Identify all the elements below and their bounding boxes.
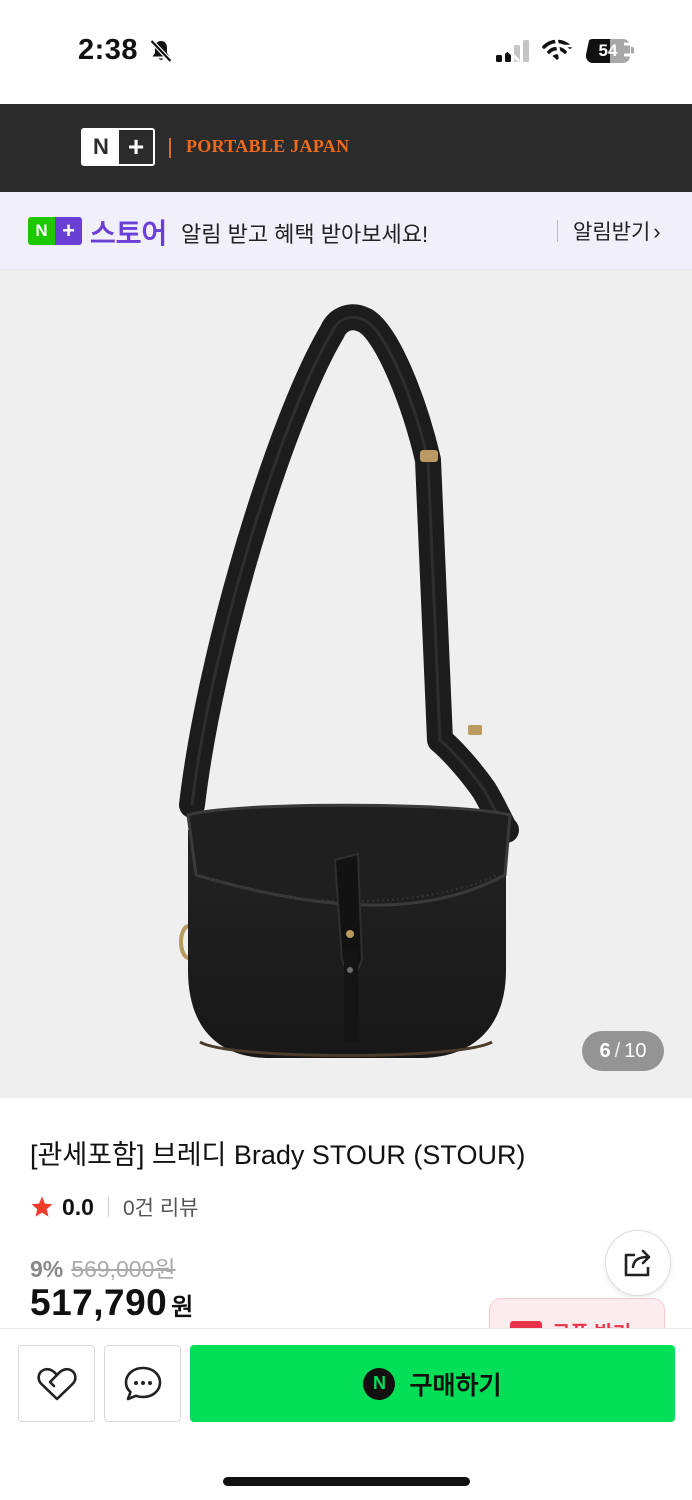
naver-pay-n-icon: N (363, 1367, 396, 1400)
product-image-carousel[interactable] (0, 270, 692, 1098)
rating-value: 0.0 (62, 1193, 94, 1220)
product-title: [관세포함] 브레디 Brady STOUR (STOUR) (30, 1140, 526, 1170)
sale-price: 517,790 (30, 1282, 168, 1323)
search-button[interactable] (480, 22, 524, 66)
image-counter-separator: / (614, 1039, 621, 1062)
image-total-count: 10 (624, 1039, 647, 1062)
badge-plus: + (55, 217, 82, 245)
chat-bubble-icon (124, 1366, 161, 1400)
product-photo-bag (179, 304, 519, 1058)
badge-n: N (28, 217, 55, 245)
logo-n: N (83, 130, 119, 164)
discount-rate: 9% (30, 1256, 64, 1282)
subscribe-alert-label: 알림받기 (573, 221, 651, 244)
status-time: 2:38 (78, 34, 139, 66)
logo-plus: + (119, 130, 153, 164)
buy-now-label: 구매하기 (409, 1371, 502, 1400)
store-word: 스토어 (90, 218, 168, 249)
wishlist-button[interactable] (18, 1345, 95, 1422)
cart-button[interactable] (550, 22, 594, 66)
image-counter: 6/10 (582, 1031, 664, 1071)
rating-divider (107, 1197, 109, 1217)
rating-row[interactable]: 0.0 0건 리뷰 (30, 1192, 198, 1222)
hamburger-menu-icon (624, 31, 660, 57)
share-button[interactable] (605, 1230, 671, 1296)
notice-divider (557, 220, 558, 242)
naver-plus-store-badge: N + (28, 217, 82, 245)
bell-slash-icon (149, 39, 173, 63)
buy-now-button[interactable]: N 구매하기 (190, 1345, 675, 1422)
review-count: 0건 리뷰 (122, 1197, 199, 1220)
naver-plus-store-logo[interactable]: N + (81, 128, 155, 166)
search-icon (485, 27, 520, 62)
sale-price-row: 517,790 원 (30, 1282, 193, 1324)
home-indicator[interactable] (223, 1477, 470, 1486)
back-button[interactable] (20, 22, 64, 66)
notice-message: 알림 받고 혜택 받아보세요! (181, 222, 429, 247)
star-icon (31, 1196, 53, 1217)
chat-inquiry-button[interactable] (104, 1345, 181, 1422)
menu-button[interactable] (620, 22, 664, 66)
original-price-row: 9% 569,000원 (30, 1250, 176, 1284)
image-current-index: 6 (599, 1039, 611, 1062)
subscribe-alert-link[interactable]: 알림받기 › (573, 216, 661, 246)
heart-icon (36, 1367, 77, 1400)
chevron-right-icon: › (653, 219, 661, 244)
sale-price-unit: 원 (171, 1294, 194, 1321)
brand-store-name[interactable]: PORTABLE JAPAN (186, 136, 349, 157)
back-arrow-icon (26, 30, 58, 58)
original-price: 569,000원 (71, 1256, 176, 1282)
shopping-bag-icon (554, 26, 590, 61)
share-icon (624, 1249, 651, 1277)
header-divider (169, 138, 171, 158)
